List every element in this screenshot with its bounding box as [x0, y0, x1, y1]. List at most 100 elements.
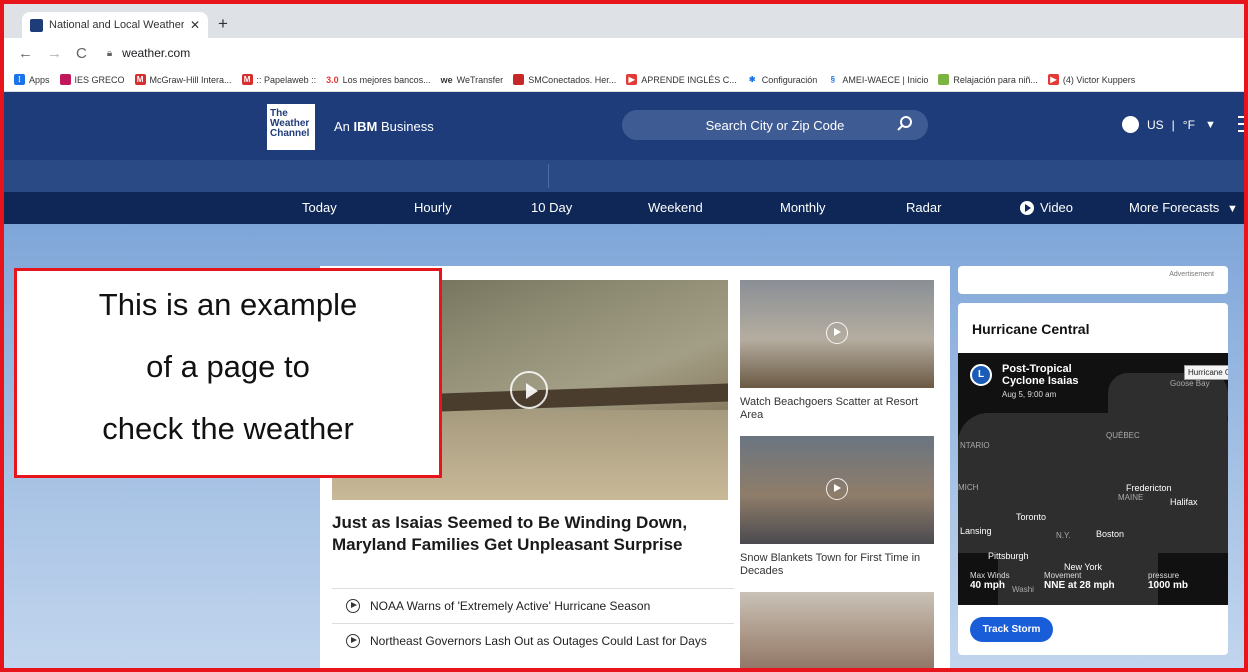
youtube-icon: ▶ — [626, 74, 638, 85]
bookmark-label: Relajación para niñ... — [953, 74, 1038, 85]
nav-monthly[interactable]: Monthly — [780, 200, 826, 215]
map-label: Goose Bay — [1170, 379, 1210, 388]
stat-max-winds: Max Winds 40 mph — [970, 571, 1010, 591]
lead-headline[interactable]: Just as Isaias Seemed to Be Winding Down… — [332, 512, 732, 556]
play-icon[interactable] — [826, 322, 848, 344]
related-story-link[interactable]: Northeast Governors Lash Out as Outages … — [332, 623, 734, 657]
annotation-line: of a page to — [146, 349, 310, 384]
story-caption[interactable]: Watch Beachgoers Scatter at Resort Area — [740, 396, 940, 422]
bookmark-victor-kuppers[interactable]: ▶ (4) Victor Kuppers — [1047, 74, 1135, 85]
image-icon — [938, 74, 950, 85]
bottom-banner — [4, 668, 1244, 672]
storm-low-icon[interactable]: L — [970, 364, 992, 386]
weather-channel-logo[interactable]: The Weather Channel — [267, 104, 315, 150]
bookmark-relajacion[interactable]: Relajación para niñ... — [938, 74, 1038, 85]
storm-name-line: Post-Tropical — [1002, 363, 1072, 375]
nav-today[interactable]: Today — [302, 200, 337, 215]
nav-more-forecasts[interactable]: More Forecasts ▼ — [1129, 200, 1238, 215]
story-caption[interactable]: Snow Blankets Town for First Time in Dec… — [740, 552, 940, 578]
caret-down-icon: ▼ — [1226, 203, 1238, 215]
stat-movement: Movement NNE at 28 mph — [1044, 571, 1115, 591]
bookmark-label: Apps — [29, 74, 50, 85]
bookmark-apps[interactable]: ⁞ Apps — [14, 74, 50, 85]
annotation-callout: This is an example of a page to check th… — [14, 268, 442, 478]
wetransfer-logo-icon: we — [440, 74, 453, 85]
menu-icon[interactable] — [1238, 116, 1244, 132]
forward-arrow-icon[interactable]: → — [47, 45, 62, 62]
bookmark-label: IES GRECO — [74, 74, 125, 85]
play-icon[interactable] — [826, 478, 848, 500]
hurricane-central-title: Hurricane Central — [972, 321, 1090, 337]
storm-map[interactable]: Goose Bay NTARIO QUÉBEC MAINE Fredericto… — [958, 353, 1228, 605]
nav-video-label: Video — [1040, 200, 1074, 215]
storm-name: Post-Tropical Cyclone Isaias — [1002, 363, 1078, 387]
story-thumbnail-beachgoers[interactable] — [740, 280, 934, 388]
annotation-line: check the weather — [102, 411, 354, 446]
m-logo-icon: M — [241, 74, 253, 85]
bookmark-30-label: 3.0 — [326, 74, 339, 85]
url-text: weather.com — [122, 46, 191, 60]
new-tab-icon[interactable]: + — [218, 14, 228, 34]
related-story-link[interactable]: NOAA Warns of 'Extremely Active' Hurrica… — [332, 588, 734, 622]
forecast-nav: Today Hourly 10 Day Weekend Monthly Rada… — [4, 192, 1244, 224]
divider: | — [1171, 117, 1175, 132]
browser-tab-strip: National and Local Weather Rad ✕ + — [4, 4, 1244, 38]
search-icon[interactable] — [896, 115, 914, 133]
stat-pressure: pressure 1000 mb — [1148, 571, 1188, 591]
region-selector[interactable]: US | °F ▼ — [1122, 116, 1216, 133]
nav-radar[interactable]: Radar — [906, 200, 941, 215]
bookmark-label: Configuración — [761, 74, 818, 85]
bookmark-label: SMConectados. Her... — [528, 74, 617, 85]
bookmark-wetransfer[interactable]: we WeTransfer — [441, 75, 504, 85]
ibm-tagline: An IBM Business — [334, 119, 434, 134]
bookmark-label: AMEI-WAECE | Inicio — [842, 74, 929, 85]
bookmark-smconectados[interactable]: SMConectados. Her... — [513, 74, 616, 85]
bookmark-mcgraw-hill[interactable]: M McGraw-Hill Intera... — [134, 74, 232, 85]
ad-label: Advertisement — [1169, 271, 1214, 278]
bookmark-label: WeTransfer — [456, 74, 504, 85]
stat-label: Max Winds — [970, 571, 1010, 580]
bookmark-favicon-icon — [59, 74, 71, 85]
reload-icon[interactable]: C — [76, 45, 87, 62]
bookmark-ies-greco[interactable]: IES GRECO — [59, 74, 125, 85]
bookmark-label: Los mejores bancos... — [342, 74, 431, 85]
lock-icon: 🔒︎ — [106, 47, 113, 59]
back-arrow-icon[interactable]: ← — [18, 45, 33, 62]
story-thumbnail-vaccine[interactable] — [740, 592, 934, 668]
play-icon[interactable] — [510, 371, 548, 409]
weather-favicon-icon — [30, 18, 43, 32]
sm-logo-icon — [513, 74, 525, 85]
hurricane-central-card: Hurricane Central Goose Bay NTARIO QUÉBE… — [958, 303, 1228, 655]
nav-10-day[interactable]: 10 Day — [531, 200, 572, 215]
bookmark-configuracion[interactable]: ✱ Configuración — [747, 74, 818, 85]
divider — [548, 164, 549, 188]
stat-label: Movement — [1044, 571, 1082, 580]
bookmark-bancos[interactable]: 3.0 Los mejores bancos... — [326, 75, 431, 85]
play-circle-icon — [346, 633, 360, 648]
bookmark-amei-waece[interactable]: § AMEI-WAECE | Inicio — [827, 74, 929, 85]
related-story-title: NOAA Warns of 'Extremely Active' Hurrica… — [370, 598, 651, 613]
play-circle-icon — [346, 598, 360, 613]
map-label: MAINE — [1118, 493, 1144, 502]
story-thumbnail-snow-town[interactable] — [740, 436, 934, 544]
search-input[interactable]: Search City or Zip Code — [622, 110, 928, 140]
related-story-title: Northeast Governors Lash Out as Outages … — [370, 633, 707, 648]
bookmark-aprende-ingles[interactable]: ▶ APRENDE INGLÉS C... — [626, 74, 737, 85]
close-tab-icon[interactable]: ✕ — [190, 18, 200, 32]
logo-line: Channel — [270, 128, 310, 139]
browser-tab[interactable]: National and Local Weather Rad ✕ — [22, 12, 208, 38]
bookmark-label: APRENDE INGLÉS C... — [641, 74, 737, 85]
bookmark-papelaweb[interactable]: M :: Papelaweb :: — [241, 74, 316, 85]
amei-logo-icon: § — [830, 75, 836, 84]
nav-video[interactable]: Video — [1020, 200, 1073, 215]
track-storm-button[interactable]: Track Storm — [970, 617, 1053, 642]
map-city: Halifax — [1170, 497, 1198, 507]
address-bar[interactable]: 🔒︎ weather.com — [107, 46, 190, 60]
nav-more-label: More Forecasts — [1129, 200, 1220, 215]
ibm-suffix: Business — [377, 119, 434, 134]
storm-date: Aug 5, 9:00 am — [1002, 390, 1057, 399]
nav-weekend[interactable]: Weekend — [648, 200, 703, 215]
stat-value: 40 mph — [970, 580, 1006, 591]
nav-hourly[interactable]: Hourly — [414, 200, 452, 215]
map-city: Fredericton — [1126, 483, 1172, 493]
